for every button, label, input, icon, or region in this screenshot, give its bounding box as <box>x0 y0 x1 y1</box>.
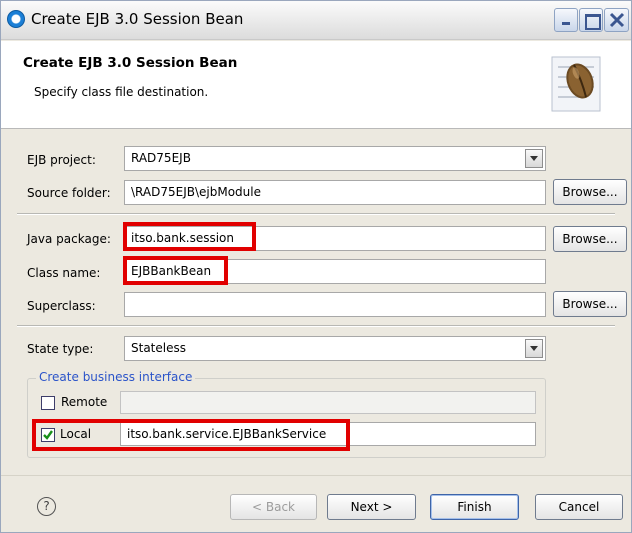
highlight-local-interface <box>32 419 350 451</box>
help-icon[interactable]: ? <box>37 497 56 516</box>
dialog-window: Create EJB 3.0 Session Bean Create EJB 3… <box>0 0 632 533</box>
maximize-button[interactable] <box>579 8 603 32</box>
cancel-button[interactable]: Cancel <box>535 494 623 520</box>
highlight-class-name <box>123 256 228 285</box>
superclass-field[interactable] <box>124 292 546 317</box>
window-title: Create EJB 3.0 Session Bean <box>31 10 244 28</box>
banner-subtitle: Specify class file destination. <box>34 85 209 99</box>
next-button[interactable]: Next > <box>327 494 416 520</box>
ejb-project-value: RAD75EJB <box>131 151 191 165</box>
highlight-java-package <box>123 222 256 251</box>
source-folder-label: Source folder: <box>27 186 111 200</box>
minimize-button[interactable] <box>554 8 578 32</box>
state-type-combo[interactable]: Stateless <box>124 336 546 361</box>
close-button[interactable] <box>604 8 629 32</box>
class-name-label: Class name: <box>27 266 101 280</box>
chevron-down-icon[interactable] <box>525 339 543 358</box>
banner-title: Create EJB 3.0 Session Bean <box>23 55 238 71</box>
source-folder-field[interactable]: \RAD75EJB\ejbModule <box>124 180 546 205</box>
chevron-down-icon[interactable] <box>525 149 543 168</box>
remote-interface-field[interactable] <box>120 391 536 414</box>
dialog-icon <box>7 10 25 28</box>
ejb-project-label: EJB project: <box>27 153 96 167</box>
business-interface-legend: Create business interface <box>36 370 196 384</box>
ejb-bean-icon <box>551 56 601 112</box>
superclass-browse-button[interactable]: Browse... <box>553 291 627 317</box>
source-folder-browse-button[interactable]: Browse... <box>553 179 627 205</box>
close-icon <box>609 12 625 28</box>
java-package-browse-button[interactable]: Browse... <box>553 226 627 252</box>
java-package-label: Java package: <box>27 232 111 246</box>
title-bar[interactable]: Create EJB 3.0 Session Bean <box>1 1 631 40</box>
superclass-label: Superclass: <box>27 299 96 313</box>
wizard-banner: Create EJB 3.0 Session Bean Specify clas… <box>1 41 631 129</box>
ejb-project-combo[interactable]: RAD75EJB <box>124 146 546 171</box>
remote-checkbox[interactable] <box>41 396 55 410</box>
back-button[interactable]: < Back <box>230 494 317 520</box>
separator <box>17 213 615 215</box>
remote-label: Remote <box>61 395 108 409</box>
finish-button[interactable]: Finish <box>430 494 519 520</box>
state-type-value: Stateless <box>131 341 186 355</box>
separator <box>17 325 615 327</box>
state-type-label: State type: <box>27 342 94 356</box>
